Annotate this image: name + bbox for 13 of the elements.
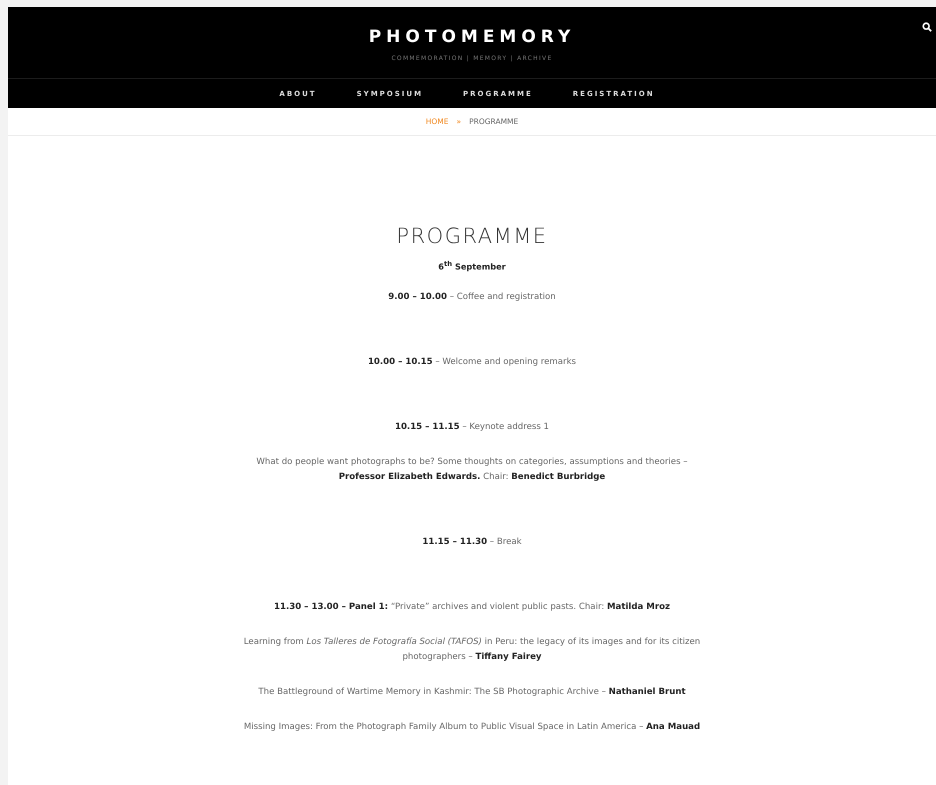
search-icon[interactable] xyxy=(922,22,932,32)
talk-entry: Learning from Los Talleres de Fotografía Social (TAFOS) in Peru: the legacy of its images and for its citizen photographers – Tiffany Fairey xyxy=(242,636,702,664)
schedule-entry: 10.00 – 10.15 – Welcome and opening remarks xyxy=(368,356,576,369)
site-title[interactable]: PHOTOMEMORY xyxy=(368,23,576,47)
schedule-entry: 9.00 – 10.00 – Coffee and registration xyxy=(388,290,556,304)
talk-entry: The Battleground of Wartime Memory in Kashmir: The SB Photographic Archive – Nathaniel Brunt xyxy=(258,686,686,699)
talk-entry: What do people want photographs to be? Some thoughts on categories, assumptions and theories – Professor Elizabeth Edwards. Chair: Benedict Burbridge xyxy=(255,456,689,484)
programme-date: 6$^{th}$ September xyxy=(438,260,506,272)
schedule-entry: 11.15 – 11.30 – Break xyxy=(422,536,522,549)
page-heading: PROGRAMME xyxy=(396,224,548,248)
talk-entry: Missing Images: From the Photograph Family Album to Public Visual Space in Latin America – Ana Mauad xyxy=(244,720,700,734)
schedule-entry: 11.30 – 13.00 – Panel 1: “Private” archives and violent public pasts. Chair: Matilda Mroz xyxy=(274,600,670,614)
schedule-entry: 10.15 – 11.15 – Keynote address 1 xyxy=(394,420,550,434)
